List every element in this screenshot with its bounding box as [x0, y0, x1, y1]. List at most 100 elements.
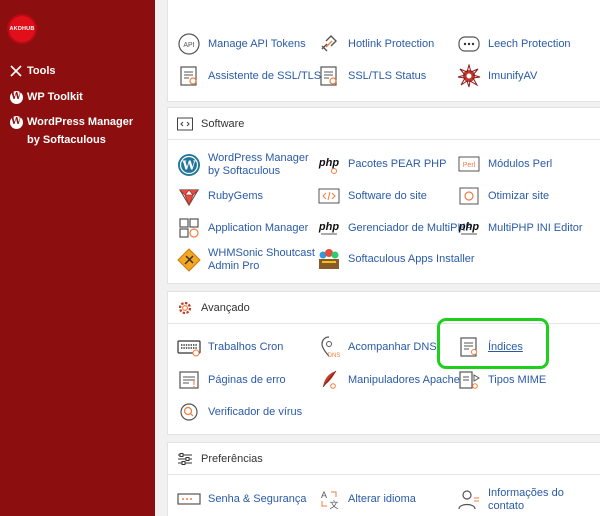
leech-protection-link[interactable]: Leech Protection [457, 32, 571, 56]
sliders-icon [177, 451, 193, 467]
gauge-icon [457, 184, 481, 208]
track-dns-link[interactable]: DNS Acompanhar DNS [317, 335, 437, 359]
item-label: ImunifyAV [488, 69, 538, 82]
application-manager-link[interactable]: Application Manager [177, 216, 308, 240]
site-software-link[interactable]: Software do site [317, 184, 427, 208]
sidebar: AKDHUB Tools W WP Toolkit W WordPress Ma… [0, 0, 155, 516]
link-icon [317, 32, 341, 56]
svg-text:A: A [321, 490, 327, 500]
wordpress-icon: W [177, 153, 201, 177]
sidebar-item-tools[interactable]: Tools [9, 62, 56, 80]
item-label: Páginas de erro [208, 373, 286, 386]
hotlink-protection-link[interactable]: Hotlink Protection [317, 32, 434, 56]
logo-text: AKDHUB [9, 26, 35, 32]
ssl-tls-wizard-link[interactable]: Assistente de SSL/TLS [177, 64, 321, 88]
tools-icon [9, 62, 23, 80]
cron-jobs-link[interactable]: Trabalhos Cron [177, 335, 283, 359]
contact-icon [457, 488, 481, 512]
item-label: Manipuladores Apache [348, 373, 460, 386]
php-icon: php [457, 216, 481, 240]
code-icon [317, 184, 341, 208]
item-label: Gerenciador de MultiPHP [348, 221, 473, 234]
multiphp-ini-editor-link[interactable]: php MultiPHP INI Editor [457, 216, 583, 240]
wordpress-icon: W [9, 115, 23, 129]
ruby-icon [177, 184, 201, 208]
perl-icon: Perl [457, 152, 481, 176]
password-icon [177, 487, 201, 511]
contact-information-link[interactable]: Informações do contato [457, 487, 600, 513]
item-label: Acompanhar DNS [348, 340, 437, 353]
sidebar-item-wp-toolkit[interactable]: W WP Toolkit [9, 88, 83, 106]
wordpress-manager-link[interactable]: W WordPress Manager by Softaculous [177, 152, 312, 178]
preferencias-header[interactable]: Preferências [168, 443, 600, 475]
error-pages-link[interactable]: ! Páginas de erro [177, 368, 286, 392]
whmsonic-link[interactable]: WHMSonic Shoutcast Admin Pro [177, 247, 315, 273]
apache-handlers-link[interactable]: Manipuladores Apache [317, 368, 460, 392]
dns-icon: DNS [317, 335, 341, 359]
svg-text:Perl: Perl [463, 162, 476, 169]
code-icon [177, 116, 193, 132]
highlight-box [437, 318, 549, 369]
item-label: Informações do contato [488, 487, 564, 512]
manage-api-tokens-link[interactable]: API Manage API Tokens [177, 32, 306, 56]
php-icon: php [317, 152, 341, 176]
item-label: Tipos MIME [488, 373, 547, 386]
perl-modules-link[interactable]: Perl Módulos Perl [457, 152, 552, 176]
keyboard-icon [177, 335, 201, 359]
sidebar-item-label: WP Toolkit [27, 91, 83, 103]
error-page-icon: ! [177, 368, 201, 392]
item-label: SSL/TLS Status [348, 69, 427, 82]
gear-icon [177, 300, 193, 316]
item-label: Hotlink Protection [348, 37, 435, 50]
multiphp-manager-link[interactable]: php Gerenciador de MultiPHP [317, 216, 473, 240]
item-label: Manage API Tokens [208, 37, 306, 50]
item-label: Leech Protection [488, 37, 571, 50]
whmsonic-icon [177, 248, 201, 272]
logo[interactable]: AKDHUB [7, 14, 37, 44]
certificate-icon [317, 64, 341, 88]
php-icon: php [317, 216, 341, 240]
svg-text:DNS: DNS [328, 353, 341, 359]
svg-text:php: php [458, 221, 479, 233]
softaculous-icon [317, 247, 341, 271]
panel-title: Preferências [201, 452, 263, 465]
item-label: Application Manager [208, 221, 309, 234]
svg-text:php: php [318, 157, 339, 169]
svg-text:文: 文 [329, 499, 338, 510]
ssl-tls-status-link[interactable]: SSL/TLS Status [317, 64, 426, 88]
sidebar-item-label: WordPress Manager by Softaculous [27, 116, 134, 146]
mime-types-link[interactable]: Tipos MIME [457, 368, 546, 392]
change-language-link[interactable]: A文 Alterar idioma [317, 487, 416, 511]
svg-text:php: php [318, 221, 339, 233]
item-label: WHMSonic Shoutcast Admin Pro [208, 247, 315, 272]
sidebar-item-label: Tools [27, 65, 56, 77]
api-icon: API [177, 32, 201, 56]
pear-packages-link[interactable]: php Pacotes PEAR PHP [317, 152, 446, 176]
item-label: Softaculous Apps Installer [348, 252, 475, 265]
mime-icon [457, 368, 481, 392]
sidebar-item-wordpress-manager[interactable]: W WordPress Manager by Softaculous [9, 113, 149, 149]
svg-text:API: API [183, 42, 194, 49]
item-label: MultiPHP INI Editor [488, 221, 583, 234]
language-icon: A文 [317, 487, 341, 511]
feather-icon [317, 368, 341, 392]
svg-text:!: ! [193, 380, 196, 389]
item-label: Verificador de vírus [208, 405, 303, 418]
password-security-link[interactable]: Senha & Segurança [177, 487, 306, 511]
virus-icon [177, 400, 201, 424]
item-label: WordPress Manager by Softaculous [208, 152, 309, 177]
imunifyav-link[interactable]: ImunifyAV [457, 64, 537, 88]
item-label: Senha & Segurança [208, 492, 307, 505]
rubygems-link[interactable]: RubyGems [177, 184, 263, 208]
item-label: Software do site [348, 189, 427, 202]
grid-icon [177, 216, 201, 240]
panel-title: Software [201, 117, 245, 130]
softaculous-link[interactable]: Softaculous Apps Installer [317, 247, 475, 271]
software-header[interactable]: Software [168, 108, 600, 140]
optimize-site-link[interactable]: Otimizar site [457, 184, 549, 208]
virus-scanner-link[interactable]: Verificador de vírus [177, 400, 302, 424]
imunify-icon [457, 64, 481, 88]
item-label: Módulos Perl [488, 157, 553, 170]
certificate-icon [177, 64, 201, 88]
svg-text:W: W [181, 159, 196, 173]
